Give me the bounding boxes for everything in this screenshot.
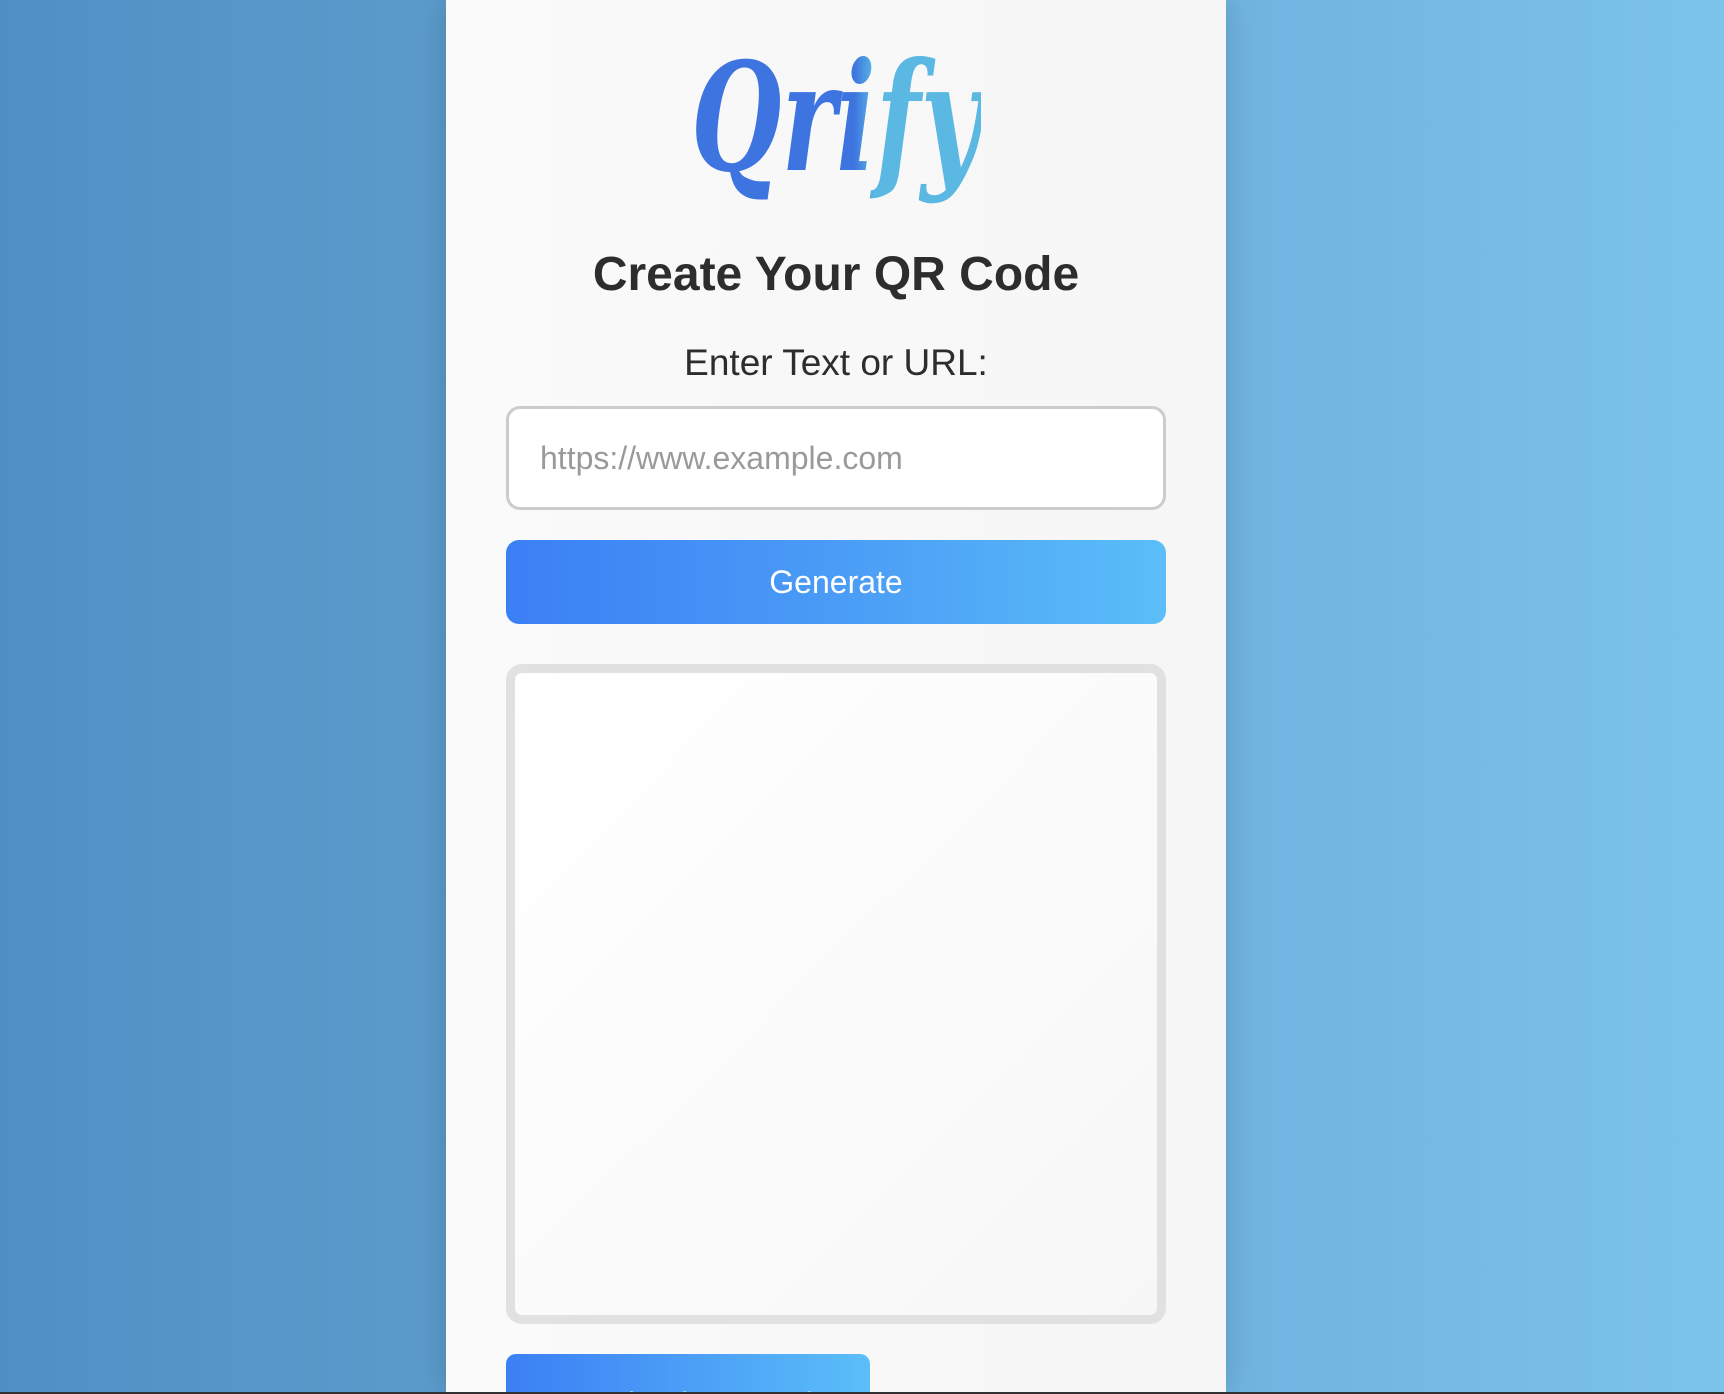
qr-code-preview (506, 664, 1166, 1324)
input-label: Enter Text or URL: (684, 342, 988, 383)
url-input[interactable] (506, 406, 1166, 510)
page-title: Create Your QR Code (592, 248, 1080, 301)
download-qr-button[interactable]: Download QR Code (506, 1354, 870, 1392)
qrify-logo-graphic: Qrify (691, 48, 981, 206)
generate-button[interactable]: Generate (506, 540, 1166, 624)
logo-text: Qrify (691, 48, 981, 206)
qrify-logo: Qrify (446, 48, 1226, 218)
generator-card: Qrify Create Your QR Code Enter Text or … (446, 0, 1226, 1392)
